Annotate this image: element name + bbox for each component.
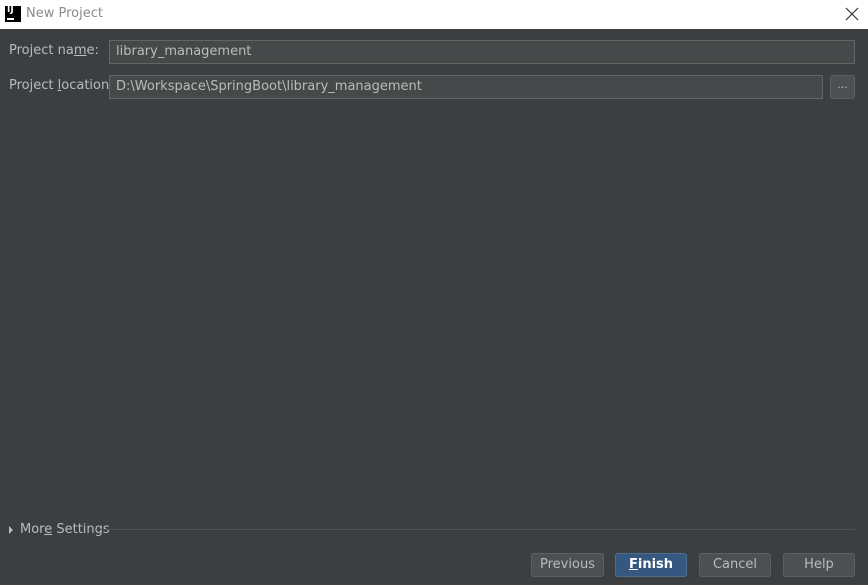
browse-button[interactable]: ...: [830, 75, 855, 99]
project-name-label-part: e:: [86, 43, 99, 58]
finish-button[interactable]: Finish: [615, 553, 687, 577]
previous-button[interactable]: Previous: [531, 553, 604, 577]
project-name-label-part: Project na: [9, 43, 74, 58]
project-location-input[interactable]: D:\Workspace\SpringBoot\library_manageme…: [109, 75, 823, 99]
expand-arrow-icon: [9, 525, 13, 534]
title-bar: IJ New Project: [0, 0, 868, 29]
project-name-label: Project name:: [9, 43, 99, 58]
close-icon[interactable]: [842, 4, 862, 24]
cancel-button[interactable]: Cancel: [699, 553, 771, 577]
more-settings-toggle[interactable]: More Settings: [9, 522, 110, 537]
project-name-label-mnemonic: m: [73, 43, 87, 58]
finish-button-label: inish: [637, 557, 674, 572]
help-button[interactable]: Help: [783, 553, 855, 577]
app-icon-text: IJ: [7, 5, 14, 15]
intellij-idea-icon: IJ: [5, 5, 21, 22]
finish-button-mnemonic: F: [628, 557, 638, 572]
project-location-label-part: Project: [9, 78, 58, 93]
more-settings-label: More Settings: [20, 522, 110, 537]
project-location-label: Project location:: [9, 78, 114, 93]
window-title: New Project: [26, 6, 103, 21]
more-settings-label-part: Mor: [20, 522, 45, 537]
project-location-label-part: ocation:: [61, 78, 114, 93]
divider: [99, 529, 855, 530]
project-name-input[interactable]: library_management: [109, 40, 855, 64]
app-icon-bar: [7, 18, 14, 20]
